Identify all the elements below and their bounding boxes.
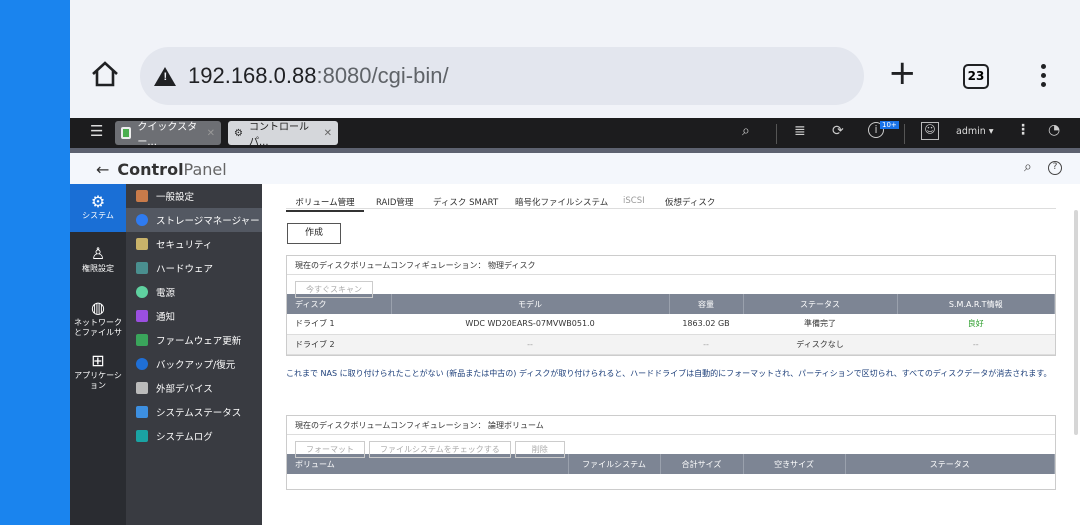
back-icon[interactable]: ← [96,160,109,179]
nav-privilege[interactable]: ♙ 権限設定 [70,244,126,274]
firmware-icon [136,334,148,346]
check-filesystem-button[interactable]: ファイルシステムをチェックする [369,441,511,458]
tab-smart[interactable]: ディスク SMART [433,196,498,208]
menu-external-device[interactable]: 外部デバイス [126,376,262,400]
quickstart-icon [121,127,132,139]
log-icon [136,430,148,442]
menu-notification[interactable]: 通知 [126,304,262,328]
notification-icon [136,310,148,322]
nas-topbar: ☰ クイックスター... ✕ ⚙ コントロールパ... ✕ ⌕ ≣ ⟳ i 10+ … [70,118,1080,153]
tasks-icon[interactable]: ≣ [794,123,806,139]
logical-volume-panel: 現在のディスクボリュームコンフィギュレーション： 論理ボリューム フォーマットフ… [286,415,1056,490]
user-avatar-icon[interactable]: ☺ [921,122,939,140]
tab-controlpanel[interactable]: ⚙ コントロールパ... ✕ [228,121,338,148]
close-icon[interactable]: ✕ [207,128,215,139]
tab-iscsi[interactable]: iSCSI [623,196,645,206]
menu-icon[interactable] [1041,64,1046,87]
delete-button[interactable]: 削除 [514,441,565,458]
sync-icon[interactable]: ⟳ [832,123,844,139]
monitor-icon [136,406,148,418]
table-row[interactable]: ドライブ 2 -- -- ディスクなし -- [287,334,1055,355]
gear-icon: ⚙ [234,127,243,139]
disk-table: ディスク モデル 容量 ステータス S.M.A.R.T情報 ドライブ 1 WDC WD20… [287,294,1055,355]
menu-system-log[interactable]: システムログ [126,424,262,448]
home-icon[interactable] [90,60,120,92]
menu-backup[interactable]: バックアップ/復元 [126,352,262,376]
warning-icon: ! [154,66,176,86]
search-icon[interactable]: ⌕ [742,123,750,139]
menu-security[interactable]: セキュリティ [126,232,262,256]
new-tab-button[interactable]: + [888,56,917,90]
table-row[interactable]: ドライブ 1 WDC WD20EARS-07MVWB051.0 1863.02 GB… [287,314,1055,335]
page-title: Control [117,159,184,179]
smart-status: 良好 [897,314,1055,335]
system-submenu: 一般設定 ストレージマネージャー セキュリティ ハードウェア 電源 通知 ファー… [126,184,262,525]
gear-icon: ⚙ [90,192,106,211]
physical-disk-panel: 現在のディスクボリュームコンフィギュレーション： 物理ディスク 今すぐスキャン … [286,255,1056,356]
scrollbar[interactable] [1074,210,1078,435]
backup-icon [136,358,148,370]
globe-icon: ◍ [91,298,105,317]
scan-now-button[interactable]: 今すぐスキャン [295,281,373,298]
dashboard-icon[interactable]: ◔ [1048,122,1060,138]
more-icon[interactable]: ⋮ [1016,122,1030,138]
menu-storage[interactable]: ストレージマネージャー [126,208,262,232]
user-icon: ♙ [90,244,106,263]
power-icon [136,286,148,298]
tab-raid[interactable]: RAID管理 [376,196,413,208]
device-icon [136,382,148,394]
tab-count-button[interactable]: 23 [963,64,989,89]
left-edge [0,0,70,525]
format-warning-note: これまで NAS に取り付けられたことがない (新品または中古の) ディスクが取… [286,369,1052,378]
tab-virtual-disk[interactable]: 仮想ディスク [665,196,715,208]
lock-icon [136,238,148,250]
controlpanel-header: ← Control Panel ⌕ ? [70,153,1080,185]
apps-icon: ⊞ [91,351,105,370]
settings-icon [136,190,148,202]
menu-power[interactable]: 電源 [126,280,262,304]
tab-encrypted-fs[interactable]: 暗号化ファイルシステム [515,196,608,208]
nav-applications[interactable]: ⊞ アプリケーシ ョン [70,351,126,391]
user-menu[interactable]: admin ▾ [956,126,994,137]
menu-general[interactable]: 一般設定 [126,184,262,208]
nav-network[interactable]: ◍ ネットワーク とファイルサ [70,298,126,338]
format-button[interactable]: フォーマット [295,441,365,458]
menu-hardware[interactable]: ハードウェア [126,256,262,280]
menu-system-status[interactable]: システムステータス [126,400,262,424]
nav-system[interactable]: ⚙ システム [70,184,126,232]
help-icon[interactable]: ? [1048,161,1062,175]
search-icon[interactable]: ⌕ [1024,159,1032,175]
close-icon[interactable]: ✕ [324,128,332,139]
hardware-icon [136,262,148,274]
storage-manager-content: ボリューム管理 RAID管理 ディスク SMART 暗号化ファイルシステム iS… [262,184,1080,525]
browser-toolbar: ! 192.168.0.88:8080/cgi-bin/ + 23 [70,0,1080,118]
menu-firmware[interactable]: ファームウェア更新 [126,328,262,352]
tab-quickstart[interactable]: クイックスター... ✕ [115,121,221,148]
storage-icon [136,214,148,226]
notification-badge: 10+ [880,121,899,129]
create-button[interactable]: 作成 [287,223,341,244]
category-nav: ⚙ システム ♙ 権限設定 ◍ ネットワーク とファイルサ ⊞ アプリケーシ ョン [70,184,126,525]
address-bar[interactable]: ! 192.168.0.88:8080/cgi-bin/ [140,47,864,105]
tab-volume[interactable]: ボリューム管理 [286,196,364,212]
hamburger-icon[interactable]: ☰ [90,124,103,139]
